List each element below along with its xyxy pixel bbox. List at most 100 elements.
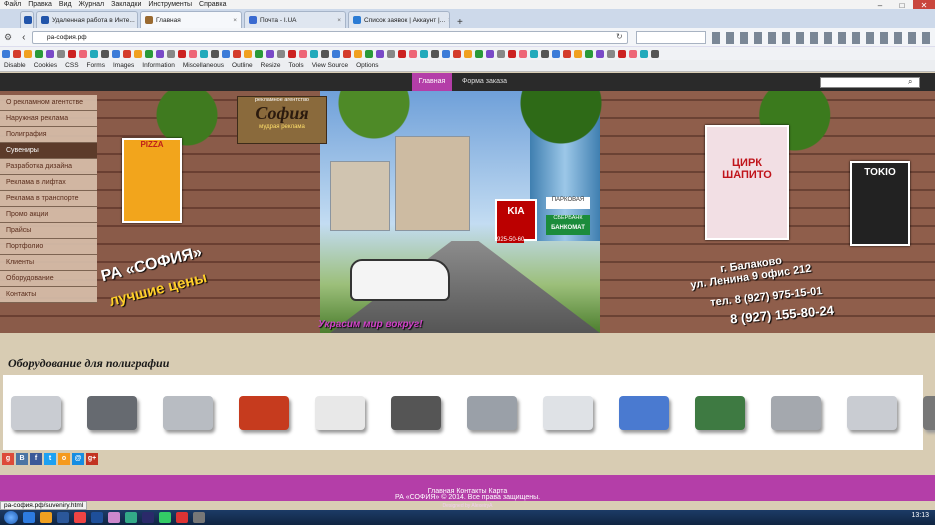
devbar-item[interactable]: View Source — [312, 62, 348, 69]
social-vk-icon[interactable]: В — [16, 453, 28, 465]
side-menu-item[interactable]: Контакты — [0, 287, 97, 303]
menu-item[interactable]: Журнал — [79, 1, 105, 8]
bookmark-icon[interactable] — [530, 50, 538, 58]
bookmark-icon[interactable] — [277, 50, 285, 58]
bookmark-icon[interactable] — [332, 50, 340, 58]
bookmark-icon[interactable] — [486, 50, 494, 58]
bookmark-icon[interactable] — [145, 50, 153, 58]
product-comb-binder[interactable] — [157, 382, 219, 444]
bookmark-icon[interactable] — [519, 50, 527, 58]
bookmark-icon[interactable] — [552, 50, 560, 58]
bookmark-icon[interactable] — [244, 50, 252, 58]
start-button[interactable] — [4, 511, 18, 524]
devbar-item[interactable]: Outline — [232, 62, 253, 69]
bookmark-icon[interactable] — [233, 50, 241, 58]
bookmark-icon[interactable] — [442, 50, 450, 58]
bookmark-icon[interactable] — [101, 50, 109, 58]
bookmark-icon[interactable] — [189, 50, 197, 58]
side-menu-item[interactable]: Наружная реклама — [0, 111, 97, 127]
tab-close-icon[interactable]: × — [337, 17, 341, 24]
taskbar-app-icon[interactable] — [176, 512, 188, 523]
bookmark-icon[interactable] — [376, 50, 384, 58]
bookmark-icon[interactable] — [354, 50, 362, 58]
taskbar-app-icon[interactable] — [142, 512, 154, 523]
bookmark-icon[interactable] — [46, 50, 54, 58]
product-folder[interactable] — [613, 382, 675, 444]
product-printer[interactable] — [537, 382, 599, 444]
bookmark-icon[interactable] — [24, 50, 32, 58]
bookmark-icon[interactable] — [343, 50, 351, 58]
product-creaser[interactable] — [461, 382, 523, 444]
bookmark-icon[interactable] — [607, 50, 615, 58]
bookmark-icon[interactable] — [629, 50, 637, 58]
devbar-item[interactable]: Resize — [261, 62, 281, 69]
taskbar-app-icon[interactable] — [125, 512, 137, 523]
product-cutter[interactable] — [385, 382, 447, 444]
bookmark-icon[interactable] — [497, 50, 505, 58]
bookmark-icon[interactable] — [585, 50, 593, 58]
taskbar-app-icon[interactable] — [74, 512, 86, 523]
bookmark-icon[interactable] — [508, 50, 516, 58]
bookmark-icon[interactable] — [387, 50, 395, 58]
devbar-item[interactable]: Miscellaneous — [183, 62, 224, 69]
footer-designed-by[interactable]: Designed by AlexeiryA — [0, 503, 935, 509]
taskbar-app-icon[interactable] — [159, 512, 171, 523]
tab-close-icon[interactable]: × — [233, 17, 237, 24]
bookmark-icon[interactable] — [431, 50, 439, 58]
bookmark-icon[interactable] — [178, 50, 186, 58]
bookmark-icon[interactable] — [409, 50, 417, 58]
side-menu-item[interactable]: Реклама в лифтах — [0, 175, 97, 191]
menu-icon[interactable]: ⚙ — [4, 32, 12, 43]
bookmark-icon[interactable] — [475, 50, 483, 58]
bookmark-icon[interactable] — [266, 50, 274, 58]
browser-tab[interactable]: Главная × — [140, 11, 242, 28]
side-menu-item[interactable]: Реклама в транспорте — [0, 191, 97, 207]
devbar-item[interactable]: Images — [113, 62, 134, 69]
taskbar-app-icon[interactable] — [57, 512, 69, 523]
bookmark-icon[interactable] — [57, 50, 65, 58]
social-g-icon[interactable]: g — [2, 453, 14, 465]
site-search-input[interactable] — [820, 77, 920, 88]
nav-order-form[interactable]: Форма заказа — [462, 73, 510, 91]
bookmark-icon[interactable] — [310, 50, 318, 58]
devbar-item[interactable]: Tools — [289, 62, 304, 69]
devbar-item[interactable]: Information — [142, 62, 175, 69]
bookmark-icon[interactable] — [68, 50, 76, 58]
site-search-icon[interactable]: ⌕ — [908, 77, 912, 87]
bookmark-icon[interactable] — [453, 50, 461, 58]
bookmark-icon[interactable] — [321, 50, 329, 58]
product-riveter[interactable] — [689, 382, 751, 444]
bookmark-icon[interactable] — [167, 50, 175, 58]
side-menu-item[interactable]: Полиграфия — [0, 127, 97, 143]
bookmark-icon[interactable] — [156, 50, 164, 58]
logo[interactable]: рекламное агентство София мудрая реклама — [237, 96, 327, 144]
bookmark-icon[interactable] — [299, 50, 307, 58]
bookmark-icon[interactable] — [288, 50, 296, 58]
side-menu-item[interactable]: Сувениры — [0, 143, 97, 159]
social-fb-icon[interactable]: f — [30, 453, 42, 465]
bookmark-icon[interactable] — [255, 50, 263, 58]
menu-item[interactable]: Вид — [59, 1, 72, 8]
browser-tab[interactable]: Почта - I.UA × — [244, 11, 346, 28]
bookmark-icon[interactable] — [134, 50, 142, 58]
side-menu-item[interactable]: Разработка дизайна — [0, 159, 97, 175]
search-box[interactable] — [636, 31, 706, 44]
bookmark-icon[interactable] — [123, 50, 131, 58]
bookmark-icon[interactable] — [35, 50, 43, 58]
side-menu-item[interactable]: Клиенты — [0, 255, 97, 271]
bookmark-icon[interactable] — [563, 50, 571, 58]
url-bar[interactable]: ра-софия.рф — [32, 31, 628, 44]
bookmark-icon[interactable] — [574, 50, 582, 58]
product-laminator-2[interactable] — [841, 382, 903, 444]
taskbar-app-icon[interactable] — [193, 512, 205, 523]
side-menu-item[interactable]: Оборудование — [0, 271, 97, 287]
bookmark-icon[interactable] — [211, 50, 219, 58]
product-copier[interactable] — [765, 382, 827, 444]
bookmark-icon[interactable] — [13, 50, 21, 58]
side-menu-item[interactable]: Прайсы — [0, 223, 97, 239]
bookmark-icon[interactable] — [640, 50, 648, 58]
bookmark-icon[interactable] — [420, 50, 428, 58]
bookmark-icon[interactable] — [2, 50, 10, 58]
bookmark-icon[interactable] — [398, 50, 406, 58]
bookmark-icon[interactable] — [541, 50, 549, 58]
